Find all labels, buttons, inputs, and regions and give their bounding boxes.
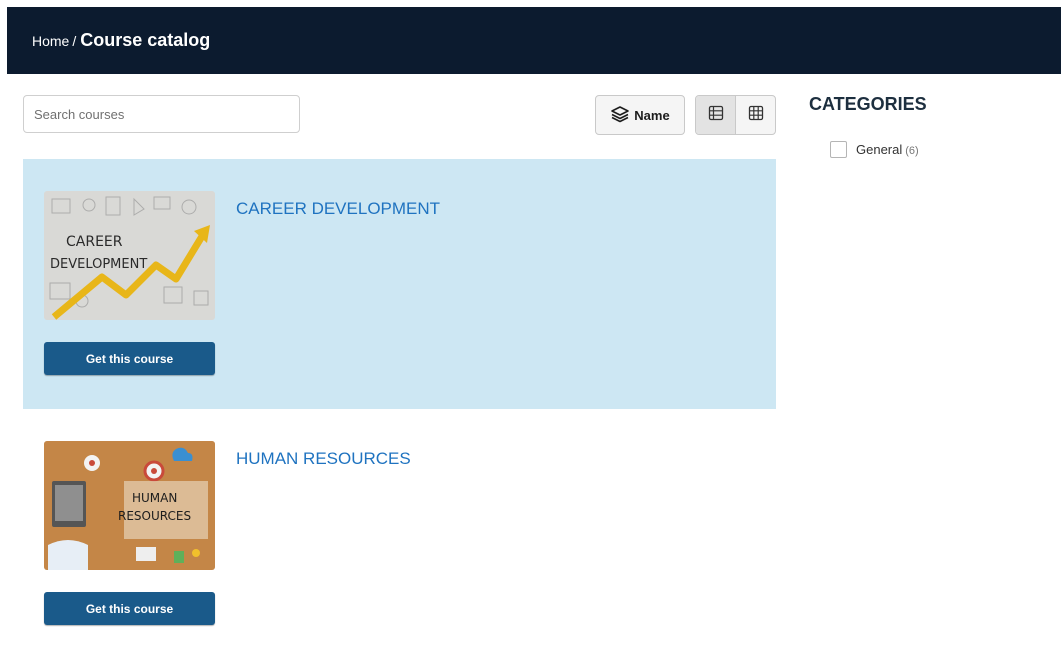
thumbnail-text-line1: CAREER <box>66 234 123 250</box>
thumbnail-text-line2: RESOURCES <box>118 509 191 523</box>
list-view-button[interactable] <box>696 96 736 134</box>
layers-icon <box>610 105 630 126</box>
category-label: General <box>856 142 903 157</box>
sort-label: Name <box>634 107 670 123</box>
category-count: (6) <box>905 145 919 157</box>
top-strip <box>0 0 1061 7</box>
course-title-link[interactable]: HUMAN RESOURCES <box>236 449 411 469</box>
list-view-icon <box>708 105 724 126</box>
grid-view-icon <box>748 105 764 126</box>
category-item-general[interactable]: General (6) <box>830 141 919 158</box>
page-title: Course catalog <box>80 30 211 50</box>
breadcrumb-separator: / <box>72 33 77 49</box>
course-thumbnail[interactable]: HUMAN RESOURCES <box>44 441 215 570</box>
course-title-link[interactable]: CAREER DEVELOPMENT <box>236 199 440 219</box>
breadcrumb-home-link[interactable]: Home <box>32 33 69 49</box>
get-course-button[interactable]: Get this course <box>44 342 215 375</box>
thumbnail-text-line1: HUMAN <box>132 491 177 505</box>
sort-by-name-button[interactable]: Name <box>595 95 685 135</box>
page-header: Home / Course catalog <box>7 7 1061 74</box>
category-checkbox[interactable] <box>830 141 847 158</box>
thumbnail-text-line2: DEVELOPMENT <box>50 257 147 272</box>
course-card: HUMAN RESOURCES HUMAN RESOURCES Get this… <box>23 409 776 659</box>
get-course-button[interactable]: Get this course <box>44 592 215 625</box>
course-thumbnail[interactable]: CAREER DEVELOPMENT <box>44 191 215 320</box>
view-toggle <box>695 95 776 135</box>
grid-view-button[interactable] <box>736 96 775 134</box>
search-input[interactable] <box>23 95 300 133</box>
categories-heading: CATEGORIES <box>809 94 927 114</box>
course-card: CAREER DEVELOPMENT CAREER DEVELOPMENT Ge… <box>23 159 776 409</box>
breadcrumb: Home / Course catalog <box>32 30 210 51</box>
